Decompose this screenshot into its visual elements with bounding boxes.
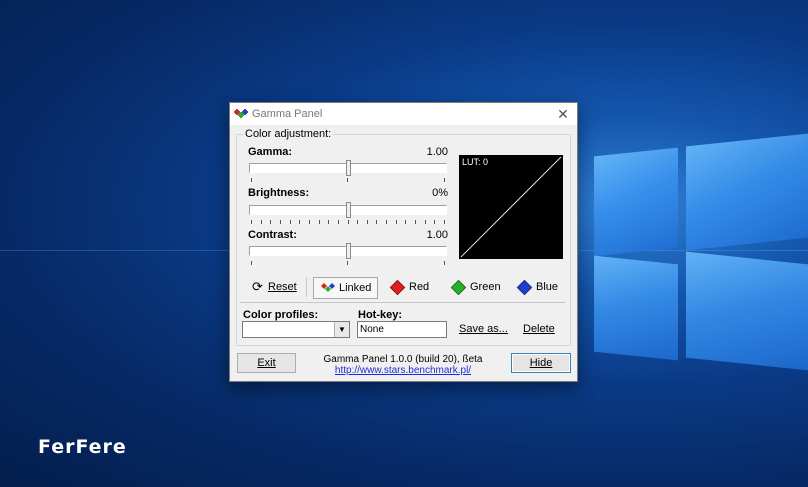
brightness-tick bbox=[367, 220, 368, 224]
title-bar[interactable]: Gamma Panel ✕ bbox=[230, 103, 577, 125]
lut-curve bbox=[460, 156, 562, 258]
brightness-slider-thumb[interactable] bbox=[346, 202, 351, 218]
hotkey-field[interactable]: None bbox=[357, 321, 447, 338]
save-as-label: Save as... bbox=[459, 323, 508, 335]
gamma-slider[interactable] bbox=[249, 160, 447, 176]
lut-preview: LUT: 0 bbox=[459, 155, 563, 259]
version-text: Gamma Panel 1.0.0 (build 20), ßeta bbox=[323, 354, 483, 365]
blue-label: Blue bbox=[536, 281, 559, 293]
hotkey-label: Hot-key: bbox=[358, 309, 403, 321]
brightness-tick bbox=[386, 220, 387, 224]
hide-button[interactable]: Hide bbox=[511, 353, 571, 373]
color-profiles-select[interactable]: ▼ bbox=[242, 321, 350, 338]
brightness-slider[interactable] bbox=[249, 202, 447, 218]
brightness-tick bbox=[299, 220, 300, 224]
green-diamond-icon bbox=[450, 279, 467, 295]
brightness-tick bbox=[319, 220, 320, 224]
color-adjustment-title: Color adjustment: bbox=[243, 128, 334, 140]
save-as-button[interactable]: Save as... bbox=[459, 323, 508, 335]
brightness-label: Brightness: bbox=[248, 187, 310, 199]
gamma-ticks bbox=[249, 178, 447, 183]
contrast-value: 1.00 bbox=[426, 229, 448, 241]
contrast-slider[interactable] bbox=[249, 243, 447, 259]
blue-button[interactable]: Blue bbox=[516, 277, 559, 297]
red-button[interactable]: Red bbox=[389, 277, 430, 297]
gamma-label: Gamma: bbox=[248, 146, 293, 158]
window-title: Gamma Panel bbox=[252, 108, 323, 120]
exit-label: Exit bbox=[257, 357, 276, 369]
delete-button[interactable]: Delete bbox=[523, 323, 555, 335]
red-label: Red bbox=[409, 281, 430, 293]
blue-diamond-icon bbox=[516, 279, 533, 295]
brightness-tick bbox=[376, 220, 377, 224]
contrast-ticks bbox=[249, 261, 447, 266]
close-button[interactable]: ✕ bbox=[553, 105, 573, 123]
brightness-tick bbox=[280, 220, 281, 224]
brightness-ticks bbox=[249, 220, 447, 225]
brightness-tick bbox=[434, 220, 435, 224]
delete-label: Delete bbox=[523, 323, 555, 335]
gamma-value: 1.00 bbox=[426, 146, 448, 158]
channel-separator bbox=[306, 277, 307, 297]
brightness-value: 0% bbox=[432, 187, 448, 199]
green-button[interactable]: Green bbox=[450, 277, 501, 297]
gamma-slider-thumb[interactable] bbox=[346, 160, 351, 176]
exit-button[interactable]: Exit bbox=[237, 353, 296, 373]
brightness-tick bbox=[309, 220, 310, 224]
hide-label: Hide bbox=[529, 357, 553, 369]
about-block: Gamma Panel 1.0.0 (build 20), ßeta http:… bbox=[300, 354, 506, 376]
rgb-diamonds-icon bbox=[321, 283, 335, 293]
contrast-label: Contrast: bbox=[248, 229, 297, 241]
brightness-tick bbox=[338, 220, 339, 224]
brightness-tick bbox=[396, 220, 397, 224]
green-label: Green bbox=[470, 281, 501, 293]
brightness-tick bbox=[251, 220, 252, 224]
brightness-tick bbox=[270, 220, 271, 224]
windows-logo-wallpaper bbox=[576, 130, 808, 371]
brightness-tick bbox=[405, 220, 406, 224]
brightness-tick bbox=[328, 220, 329, 224]
homepage-link[interactable]: http://www.stars.benchmark.pl/ bbox=[300, 365, 506, 376]
brightness-tick bbox=[444, 220, 445, 224]
brightness-tick bbox=[415, 220, 416, 224]
brightness-tick bbox=[357, 220, 358, 224]
brightness-tick bbox=[425, 220, 426, 224]
reset-label: Reset bbox=[268, 281, 297, 293]
contrast-slider-thumb[interactable] bbox=[346, 243, 351, 259]
profiles-divider bbox=[240, 302, 565, 303]
app-icon bbox=[233, 108, 249, 119]
linked-label: Linked bbox=[339, 282, 372, 294]
brightness-tick bbox=[290, 220, 291, 224]
brand-watermark: FerFere bbox=[38, 436, 127, 458]
color-profiles-label: Color profiles: bbox=[243, 309, 319, 321]
brightness-tick bbox=[348, 220, 349, 224]
refresh-icon: ⟳ bbox=[252, 279, 263, 295]
chevron-down-icon[interactable]: ▼ bbox=[334, 322, 349, 337]
reset-button[interactable]: ⟳ Reset bbox=[252, 277, 297, 297]
red-diamond-icon bbox=[389, 279, 406, 295]
linked-button[interactable]: Linked bbox=[313, 277, 379, 299]
brightness-tick bbox=[261, 220, 262, 224]
